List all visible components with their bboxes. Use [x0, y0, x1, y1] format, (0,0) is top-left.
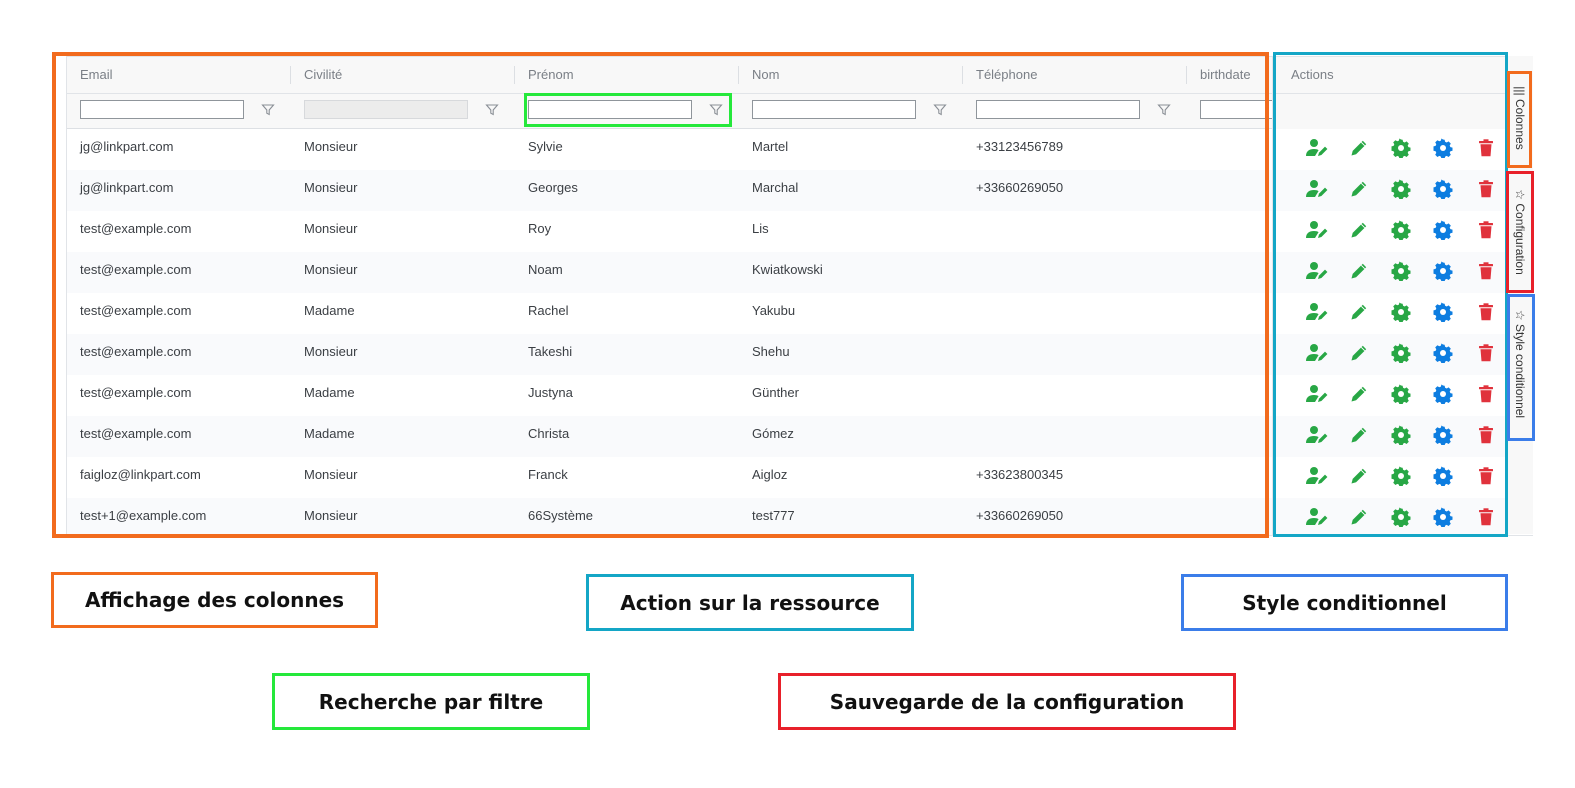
- annotation-box-style-tab: [1507, 294, 1535, 441]
- caption-columns-display: Affichage des colonnes: [51, 572, 378, 628]
- annotation-box-filter: [524, 93, 732, 127]
- caption-resource-action: Action sur la ressource: [586, 574, 914, 631]
- annotation-box-configuration-tab: [1506, 171, 1534, 293]
- annotation-box-actions: [1273, 52, 1508, 537]
- annotation-box-columns-tab: [1507, 71, 1532, 168]
- caption-filter-search: Recherche par filtre: [272, 673, 590, 730]
- caption-save-config: Sauvegarde de la configuration: [778, 673, 1236, 730]
- caption-conditional-style: Style conditionnel: [1181, 574, 1508, 631]
